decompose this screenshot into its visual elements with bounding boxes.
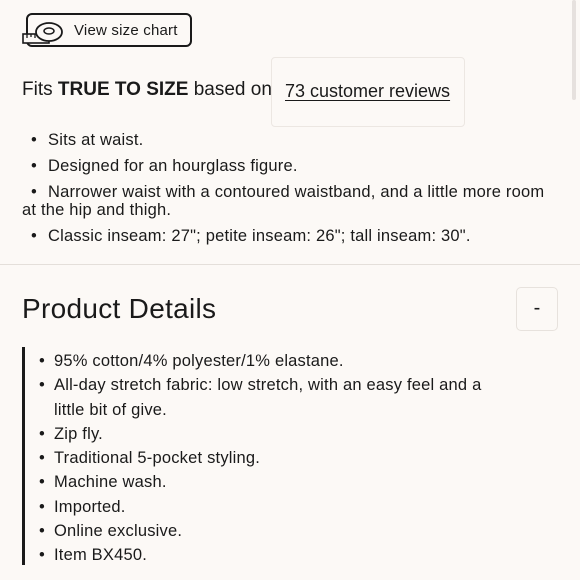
list-item: Designed for an hourglass figure.: [22, 157, 552, 175]
scrollbar[interactable]: [572, 0, 576, 100]
product-info-panel: View size chart Fits TRUE TO SIZE based …: [0, 0, 580, 580]
list-item: Narrower waist with a contoured waistban…: [22, 183, 552, 219]
minus-icon: -: [533, 297, 541, 319]
fit-notes-list: Sits at waist. Designed for an hourglass…: [22, 129, 552, 245]
list-item: Online exclusive.: [38, 519, 508, 544]
list-item: Item BX450.: [38, 543, 508, 568]
section-divider: [0, 264, 580, 265]
fit-emphasis: TRUE TO SIZE: [57, 79, 189, 100]
collapse-product-details-button[interactable]: -: [516, 287, 558, 331]
product-details-title: Product Details: [22, 293, 217, 324]
list-item: Traditional 5-pocket styling.: [38, 446, 508, 471]
view-size-chart-label: View size chart: [74, 22, 178, 39]
list-item: Imported.: [38, 495, 508, 520]
fit-summary: Fits TRUE TO SIZE based on: [22, 78, 272, 102]
fit-prefix: Fits: [22, 79, 58, 100]
list-item: Zip fly.: [38, 422, 508, 447]
product-details-list: 95% cotton/4% polyester/1% elastane. All…: [38, 349, 508, 568]
list-item: 95% cotton/4% polyester/1% elastane.: [38, 349, 508, 374]
view-size-chart-button[interactable]: View size chart: [22, 13, 192, 47]
list-item: All-day stretch fabric: low stretch, wit…: [38, 373, 508, 422]
fit-suffix: based on: [188, 79, 272, 100]
customer-reviews-link[interactable]: 73 customer reviews: [285, 80, 450, 102]
list-item: Machine wash.: [38, 470, 508, 495]
details-accent-bar: [22, 347, 25, 565]
list-item: Sits at waist.: [22, 131, 552, 149]
list-item: Classic inseam: 27"; petite inseam: 26";…: [22, 227, 552, 245]
